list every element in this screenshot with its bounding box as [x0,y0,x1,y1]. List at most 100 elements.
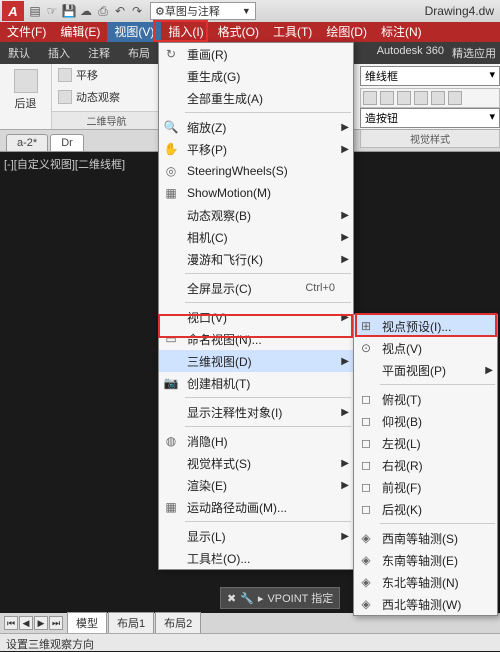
menu-item[interactable]: ◈西北等轴测(W) [354,593,497,615]
menu-icon [163,353,179,369]
menu-标注(N)[interactable]: 标注(N) [374,22,429,42]
menu-item[interactable]: 三维视图(D)▶ [159,350,353,372]
submenu-arrow-icon: ▶ [341,312,349,323]
menu-item[interactable]: 视口(V)▶ [159,306,353,328]
chevron-down-icon: ▼ [242,6,251,16]
menu-item[interactable]: ◈东南等轴测(E) [354,549,497,571]
style-icon[interactable] [431,91,445,105]
menu-编辑(E)[interactable]: 编辑(E) [53,22,107,42]
menu-label: 视觉样式(S) [187,455,251,472]
menu-item[interactable]: 动态观察(B)▶ [159,204,353,226]
menu-item[interactable]: ◻右视(R) [354,454,497,476]
menu-item[interactable]: ⊞视点预设(I)... [354,315,497,337]
menu-icon [163,229,179,245]
menu-item[interactable]: ◎SteeringWheels(S) [159,160,353,182]
menu-item[interactable]: 全屏显示(C) Ctrl+0 [159,277,353,299]
menu-item[interactable]: ◈东北等轴测(N) [354,571,497,593]
menu-item[interactable]: 📷创建相机(T) [159,372,353,394]
workspace-selector[interactable]: ⚙ 草图与注释 ▼ [150,2,256,20]
menu-工具(T)[interactable]: 工具(T) [266,22,319,42]
ribbon-tab[interactable]: 注释 [84,45,114,61]
shortcut: Ctrl+0 [305,282,335,294]
app-logo[interactable]: A [2,1,24,21]
menu-label: 消隐(H) [187,433,228,450]
orbit-icon [58,90,72,104]
style-icon[interactable] [414,91,428,105]
menu-item[interactable]: 渲染(E)▶ [159,474,353,496]
menu-icon: 📷 [163,375,179,391]
menu-label: 工具栏(O)... [187,550,250,567]
style-icon[interactable] [380,91,394,105]
doc-tab[interactable]: a-2* [6,134,48,151]
open-icon[interactable]: ☞ [45,4,59,18]
menu-item[interactable]: ◍消隐(H) [159,430,353,452]
menu-item[interactable]: 平面视图(P)▶ [354,359,497,381]
orbit-button[interactable]: 动态观察 [58,89,155,105]
menu-item[interactable]: ↻重画(R) [159,43,353,65]
menu-item[interactable]: ◈西南等轴测(S) [354,527,497,549]
menu-item[interactable]: ◻后视(K) [354,498,497,520]
menu-item[interactable]: ◻仰视(B) [354,410,497,432]
layout-tab[interactable]: 布局2 [155,612,201,634]
menu-label: 全屏显示(C) [187,280,252,297]
menu-label: 视点预设(I)... [382,318,451,335]
ribbon-tab[interactable]: 布局 [124,45,154,61]
menu-item[interactable]: 漫游和飞行(K)▶ [159,248,353,270]
back-button[interactable]: 后退 [6,67,45,113]
menu-item[interactable]: 显示注释性对象(I)▶ [159,401,353,423]
new-icon[interactable]: ▤ [28,4,42,18]
menu-item[interactable]: ▭命名视图(N)... [159,328,353,350]
menu-文件(F)[interactable]: 文件(F) [0,22,53,42]
saveas-icon[interactable]: ☁ [79,4,93,18]
visual-style-select[interactable]: 维线框▾ [360,66,500,86]
menu-item[interactable]: ✋平移(P)▶ [159,138,353,160]
menu-item[interactable]: ◻前视(F) [354,476,497,498]
menu-item[interactable]: ⊙视点(V) [354,337,497,359]
style-icon-row [360,88,500,108]
ribbon-tab[interactable]: Autodesk 360 [377,45,444,61]
pan-button[interactable]: 平移 [58,67,155,83]
menu-item[interactable]: 全部重生成(A) [159,87,353,109]
command-input[interactable]: ✖ 🔧 ▸ VPOINT 指定 [220,587,340,609]
menu-item[interactable]: ▦ShowMotion(M) [159,182,353,204]
menu-item[interactable]: 🔍缩放(Z)▶ [159,116,353,138]
ribbon-tab[interactable]: 默认 [4,45,34,61]
menu-label: 俯视(T) [382,391,421,408]
menu-item[interactable]: ◻左视(L) [354,432,497,454]
render-select[interactable]: 造按钮▾ [360,108,500,128]
menu-插入(I)[interactable]: 插入(I) [161,22,210,42]
menu-item[interactable]: 工具栏(O)... [159,547,353,569]
next-icon[interactable]: ▶ [34,616,48,630]
menu-item[interactable]: 重生成(G) [159,65,353,87]
menu-格式(O)[interactable]: 格式(O) [211,22,266,42]
style-icon[interactable] [448,91,462,105]
menu-icon: ◻ [358,501,374,517]
save-icon[interactable]: 💾 [62,4,76,18]
print-icon[interactable]: ⎙ [96,4,110,18]
gear-icon: ⚙ [155,5,165,18]
menu-视图(V)[interactable]: 视图(V) [107,22,161,42]
ribbon-tab[interactable]: 精选应用 [452,45,496,61]
undo-icon[interactable]: ↶ [113,4,127,18]
redo-icon[interactable]: ↷ [130,4,144,18]
menu-item[interactable]: 视觉样式(S)▶ [159,452,353,474]
style-icon[interactable] [397,91,411,105]
menu-item[interactable]: 显示(L)▶ [159,525,353,547]
submenu-arrow-icon: ▶ [341,122,349,133]
viewport-label[interactable]: [-][自定义视图][二维线框] [4,156,125,172]
panel-title: 二维导航 [52,111,161,129]
ribbon-tab[interactable]: 插入 [44,45,74,61]
layout-tab[interactable]: 模型 [67,612,107,634]
last-icon[interactable]: ⏭ [49,616,63,630]
layout-tab[interactable]: 布局1 [108,612,154,634]
first-icon[interactable]: ⏮ [4,616,18,630]
doc-tab[interactable]: Dr [50,134,84,151]
prev-icon[interactable]: ◀ [19,616,33,630]
menu-item[interactable]: 相机(C)▶ [159,226,353,248]
menu-item[interactable]: ◻俯视(T) [354,388,497,410]
style-icon[interactable] [363,91,377,105]
separator [185,521,351,522]
menu-icon: ◈ [358,596,374,612]
menu-绘图(D)[interactable]: 绘图(D) [319,22,374,42]
menu-item[interactable]: ▦运动路径动画(M)... [159,496,353,518]
